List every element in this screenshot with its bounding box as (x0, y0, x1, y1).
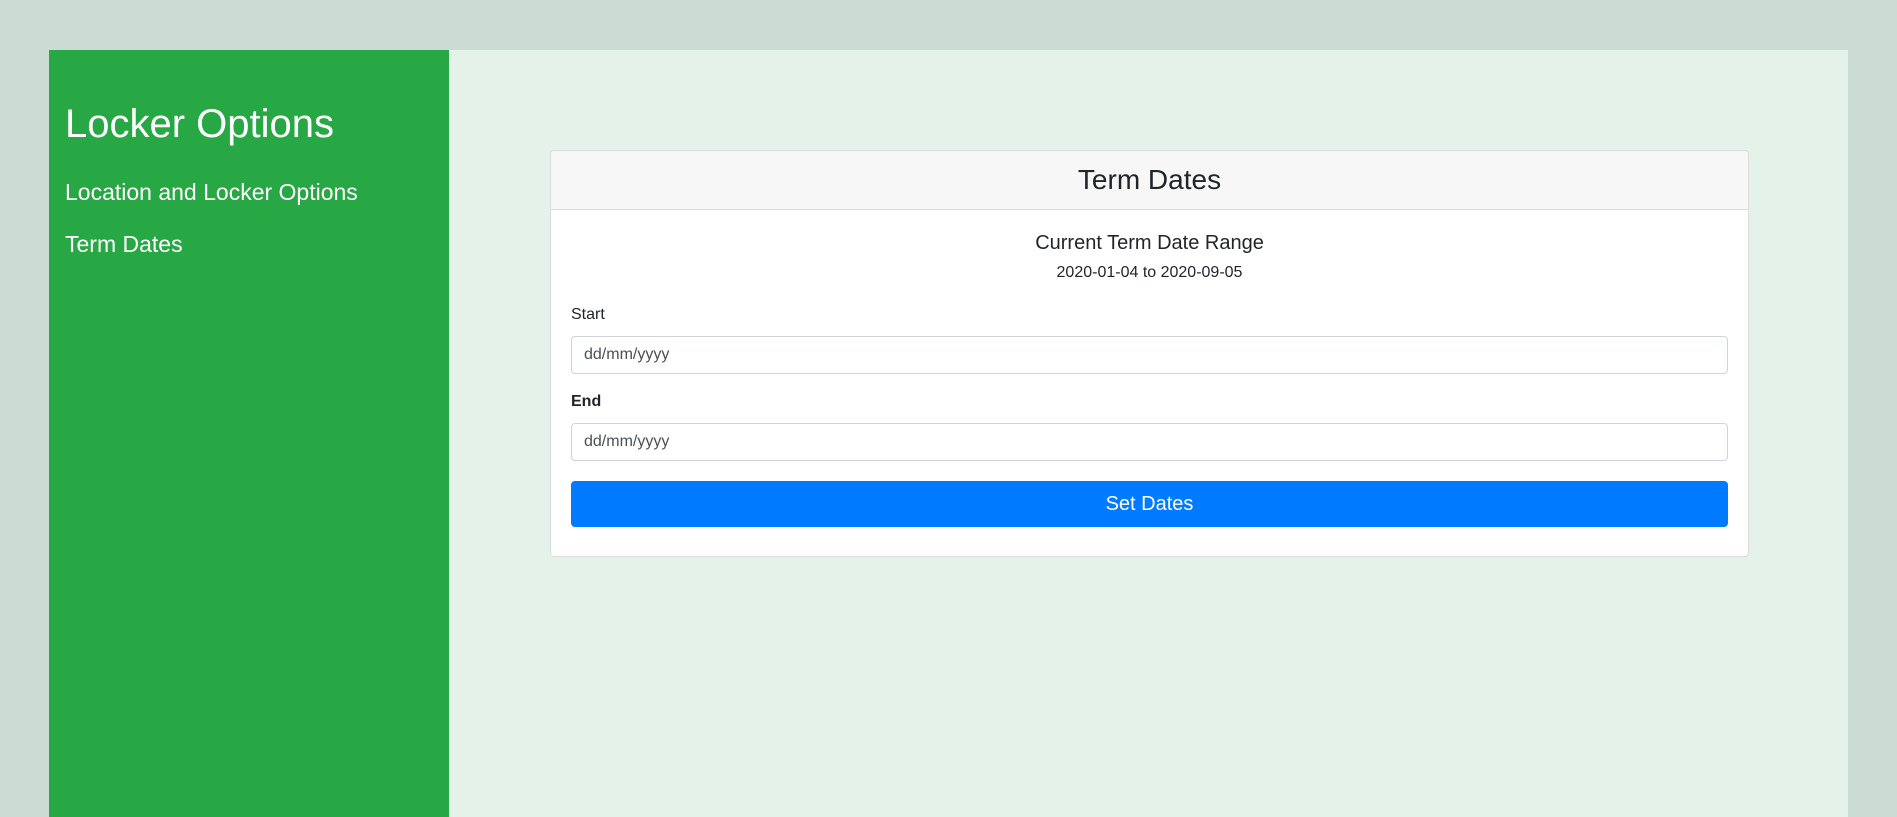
card-header: Term Dates (551, 151, 1748, 210)
current-range-title: Current Term Date Range (1035, 232, 1264, 254)
start-label: Start (571, 306, 605, 323)
set-dates-button[interactable]: Set Dates (571, 481, 1728, 527)
sidebar-item-location-and-locker-options[interactable]: Location and Locker Options (65, 178, 433, 206)
sidebar-item-term-dates[interactable]: Term Dates (65, 230, 433, 258)
sidebar-title: Locker Options (65, 102, 335, 146)
sidebar: Locker Options Location and Locker Optio… (49, 50, 449, 817)
end-label: End (571, 393, 602, 410)
end-date-input[interactable] (571, 423, 1728, 461)
card-body: Current Term Date Range 2020-01-04 to 20… (551, 210, 1748, 527)
start-date-input[interactable] (571, 336, 1728, 374)
current-range-value: 2020-01-04 to 2020-09-05 (1056, 264, 1243, 281)
main-content: Term Dates Current Term Date Range 2020-… (449, 50, 1848, 817)
app-frame: Locker Options Location and Locker Optio… (49, 50, 1848, 817)
term-dates-card: Term Dates Current Term Date Range 2020-… (550, 150, 1749, 557)
